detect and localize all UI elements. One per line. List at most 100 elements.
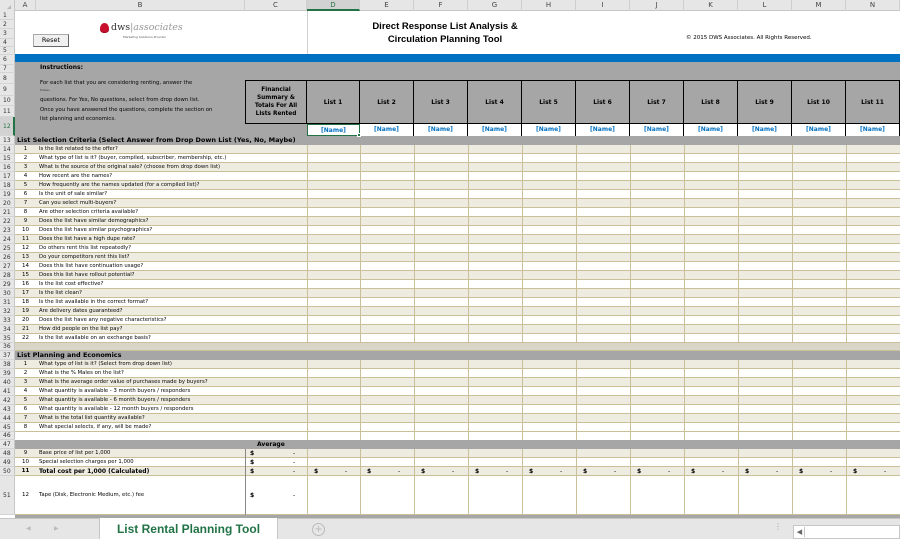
answer-cell[interactable] — [308, 244, 360, 252]
answer-cell[interactable] — [523, 360, 576, 368]
column-header-n[interactable]: N — [846, 0, 900, 11]
answer-cell[interactable] — [631, 226, 684, 234]
answer-cell[interactable] — [793, 253, 846, 261]
answer-cell[interactable] — [631, 190, 684, 198]
answer-cell[interactable] — [415, 226, 468, 234]
list-name-cell[interactable]: [Name] — [576, 124, 630, 136]
answer-cell[interactable] — [523, 190, 576, 198]
answer-cell[interactable] — [469, 181, 522, 189]
answer-cell[interactable] — [469, 378, 522, 386]
answer-cell[interactable] — [685, 449, 738, 457]
answer-cell[interactable] — [793, 369, 846, 377]
answer-cell[interactable] — [308, 458, 360, 466]
answer-cell[interactable] — [361, 235, 414, 243]
answer-cell[interactable] — [308, 307, 360, 315]
answer-cell[interactable] — [469, 208, 522, 216]
answer-cell[interactable] — [469, 217, 522, 225]
answer-cell[interactable] — [361, 405, 414, 413]
answer-cell[interactable] — [361, 369, 414, 377]
answer-cell[interactable] — [361, 360, 414, 368]
answer-cell[interactable] — [523, 262, 576, 270]
answer-cell[interactable] — [469, 271, 522, 279]
answer-cell[interactable] — [361, 414, 414, 422]
answer-cell[interactable] — [308, 298, 360, 306]
answer-cell[interactable] — [685, 154, 738, 162]
answer-cell[interactable] — [577, 208, 630, 216]
answer-cell[interactable] — [577, 253, 630, 261]
answer-cell[interactable] — [739, 378, 792, 386]
answer-cell[interactable] — [577, 449, 630, 457]
row-header-12[interactable]: 12 — [0, 117, 15, 136]
answer-cell[interactable] — [308, 271, 360, 279]
answer-cell[interactable] — [739, 307, 792, 315]
answer-cell[interactable] — [415, 199, 468, 207]
answer-cell[interactable] — [685, 289, 738, 297]
answer-cell[interactable] — [415, 271, 468, 279]
answer-cell[interactable] — [739, 360, 792, 368]
answer-cell[interactable] — [577, 458, 630, 466]
answer-cell[interactable] — [847, 325, 900, 333]
row-header-21[interactable]: 21 — [0, 208, 15, 217]
answer-cell[interactable] — [847, 387, 900, 395]
answer-cell[interactable] — [523, 307, 576, 315]
list-name-cell[interactable]: [Name] — [414, 124, 468, 136]
answer-cell[interactable] — [847, 253, 900, 261]
answer-cell[interactable] — [577, 280, 630, 288]
answer-cell[interactable] — [415, 396, 468, 404]
answer-cell[interactable] — [739, 190, 792, 198]
answer-cell[interactable] — [631, 271, 684, 279]
answer-cell[interactable] — [847, 334, 900, 342]
row-header-26[interactable]: 26 — [0, 253, 15, 262]
answer-cell[interactable] — [739, 423, 792, 431]
answer-cell[interactable] — [361, 325, 414, 333]
row-header-5[interactable]: 5 — [0, 47, 15, 55]
answer-cell[interactable] — [308, 181, 360, 189]
row-header-6[interactable]: 6 — [0, 55, 15, 65]
answer-cell[interactable] — [793, 405, 846, 413]
answer-cell[interactable] — [469, 449, 522, 457]
list-name-cell[interactable]: [Name] — [630, 124, 684, 136]
answer-cell[interactable] — [361, 190, 414, 198]
answer-cell[interactable] — [308, 208, 360, 216]
answer-cell[interactable] — [415, 244, 468, 252]
answer-cell[interactable] — [631, 449, 684, 457]
answer-cell[interactable] — [415, 181, 468, 189]
answer-cell[interactable] — [793, 360, 846, 368]
row-header-8[interactable]: 8 — [0, 73, 15, 84]
column-header-h[interactable]: H — [522, 0, 576, 11]
answer-cell[interactable] — [308, 262, 360, 270]
answer-cell[interactable] — [523, 208, 576, 216]
answer-cell[interactable] — [685, 226, 738, 234]
answer-cell[interactable] — [847, 423, 900, 431]
answer-cell[interactable] — [361, 307, 414, 315]
sheet-nav-prev-icon[interactable]: ◀ — [26, 525, 31, 532]
answer-cell[interactable] — [847, 449, 900, 457]
answer-cell[interactable] — [685, 199, 738, 207]
row-header-23[interactable]: 23 — [0, 226, 15, 235]
list-name-cell[interactable]: [Name] — [738, 124, 792, 136]
answer-cell[interactable] — [361, 449, 414, 457]
answer-cell[interactable] — [361, 172, 414, 180]
answer-cell[interactable] — [793, 235, 846, 243]
answer-cell[interactable] — [469, 360, 522, 368]
answer-cell[interactable] — [308, 325, 360, 333]
row-header-3[interactable]: 3 — [0, 29, 15, 39]
answer-cell[interactable] — [577, 307, 630, 315]
sheet-nav-next-icon[interactable]: ▶ — [54, 525, 59, 532]
answer-cell[interactable] — [739, 145, 792, 153]
answer-cell[interactable] — [739, 163, 792, 171]
answer-cell[interactable] — [685, 307, 738, 315]
answer-cell[interactable] — [577, 316, 630, 324]
answer-cell[interactable] — [415, 369, 468, 377]
answer-cell[interactable] — [469, 199, 522, 207]
row-header-37[interactable]: 37 — [0, 351, 15, 360]
answer-cell[interactable] — [415, 289, 468, 297]
answer-cell[interactable] — [469, 253, 522, 261]
answer-cell[interactable] — [415, 316, 468, 324]
answer-cell[interactable] — [415, 154, 468, 162]
row-header-43[interactable]: 43 — [0, 405, 15, 414]
answer-cell[interactable] — [415, 307, 468, 315]
answer-cell[interactable] — [415, 163, 468, 171]
list-name-cell[interactable]: [Name] — [522, 124, 576, 136]
answer-cell[interactable] — [793, 190, 846, 198]
